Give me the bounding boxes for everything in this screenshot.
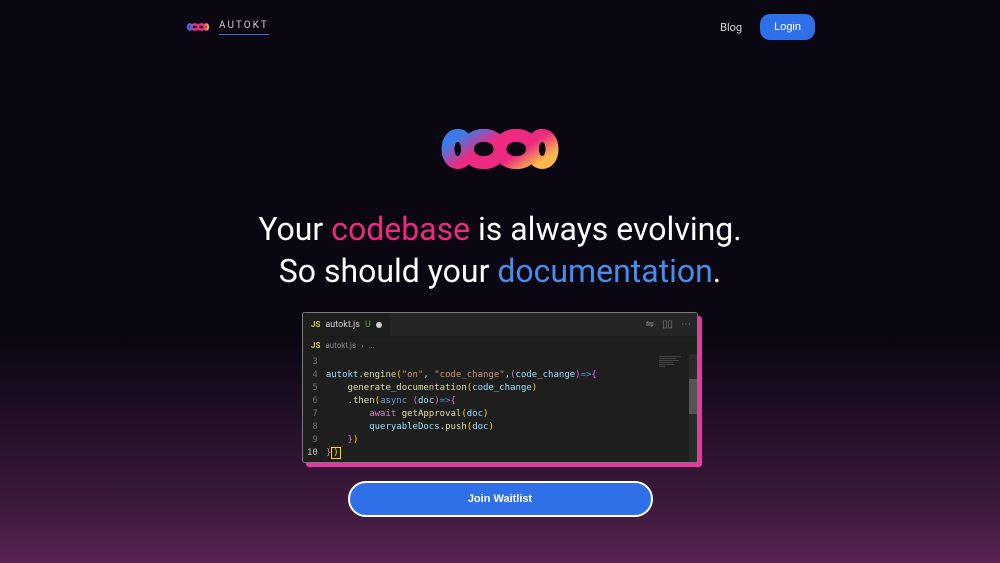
breadcrumb-separator: › bbox=[361, 341, 363, 350]
line-number: 4 bbox=[307, 369, 318, 382]
line-number: 6 bbox=[307, 395, 318, 408]
infinity-icon-small bbox=[185, 20, 211, 34]
hero-headline: Your codebase is always evolving. So sho… bbox=[258, 209, 741, 292]
headline-text-1: Your bbox=[258, 210, 331, 248]
headline-highlight-codebase: codebase bbox=[331, 210, 470, 248]
code-line: generate_documentation(code_change) bbox=[326, 382, 657, 395]
code-line: await getApproval(doc) bbox=[326, 408, 657, 421]
code-line: .then(async (doc)=>{ bbox=[326, 395, 657, 408]
login-button[interactable]: Login bbox=[760, 14, 815, 40]
js-file-icon: JS bbox=[311, 320, 320, 329]
code-line: }) bbox=[326, 434, 657, 447]
code-editor-card: JS autokt.js U ⇋ ▯▯ ⋯ JS autokt.js › ...… bbox=[302, 312, 698, 463]
scroll-thumb[interactable] bbox=[689, 379, 697, 414]
nav-right: Blog Login bbox=[720, 14, 815, 40]
line-number: 7 bbox=[307, 408, 318, 421]
brand-logo-group[interactable]: AUTOKT bbox=[185, 20, 269, 35]
main-content: Your codebase is always evolving. So sho… bbox=[0, 54, 1000, 517]
tab-modified-dot-icon bbox=[376, 322, 382, 328]
line-numbers-gutter: 3 4 5 6 7 8 9 10 bbox=[303, 354, 326, 462]
line-number-current: 10 bbox=[307, 447, 318, 460]
breadcrumb-more[interactable]: ... bbox=[369, 341, 375, 350]
js-file-icon-small: JS bbox=[311, 341, 320, 350]
tab-filename: autokt.js bbox=[325, 320, 360, 330]
editor-body: 3 4 5 6 7 8 9 10 autokt.engine("on", "co… bbox=[303, 354, 697, 462]
editor-breadcrumb: JS autokt.js › ... bbox=[303, 337, 697, 354]
minimap[interactable] bbox=[657, 354, 689, 462]
editor-tab[interactable]: JS autokt.js U bbox=[303, 313, 390, 336]
more-icon[interactable]: ⋯ bbox=[681, 319, 691, 330]
code-content[interactable]: autokt.engine("on", "code_change",(code_… bbox=[326, 354, 657, 462]
nav-blog-link[interactable]: Blog bbox=[720, 21, 742, 34]
code-line: queryableDocs.push(doc) bbox=[326, 421, 657, 434]
infinity-icon-hero bbox=[435, 114, 565, 184]
editor-scrollbar[interactable] bbox=[689, 354, 697, 462]
join-waitlist-button[interactable]: Join Waitlist bbox=[348, 481, 653, 517]
brand-text: AUTOKT bbox=[219, 20, 269, 35]
headline-text-2: is always evolving. bbox=[470, 210, 742, 248]
line-number: 9 bbox=[307, 434, 318, 447]
line-number: 3 bbox=[307, 356, 318, 369]
breadcrumb-filename[interactable]: autokt.js bbox=[325, 341, 356, 350]
code-line bbox=[326, 356, 657, 369]
code-line: autokt.engine("on", "code_change",(code_… bbox=[326, 369, 657, 382]
line-number: 8 bbox=[307, 421, 318, 434]
code-line: }) bbox=[326, 447, 657, 460]
headline-text-4: . bbox=[713, 252, 721, 290]
split-icon[interactable]: ▯▯ bbox=[662, 319, 673, 330]
headline-highlight-documentation: documentation bbox=[497, 252, 712, 290]
editor-tab-bar: JS autokt.js U ⇋ ▯▯ ⋯ bbox=[303, 313, 697, 337]
headline-text-3: So should your bbox=[279, 252, 498, 290]
header: AUTOKT Blog Login bbox=[0, 0, 1000, 54]
editor-actions: ⇋ ▯▯ ⋯ bbox=[646, 319, 691, 330]
line-number: 5 bbox=[307, 382, 318, 395]
compare-icon[interactable]: ⇋ bbox=[646, 319, 654, 330]
tab-git-status: U bbox=[365, 320, 371, 330]
